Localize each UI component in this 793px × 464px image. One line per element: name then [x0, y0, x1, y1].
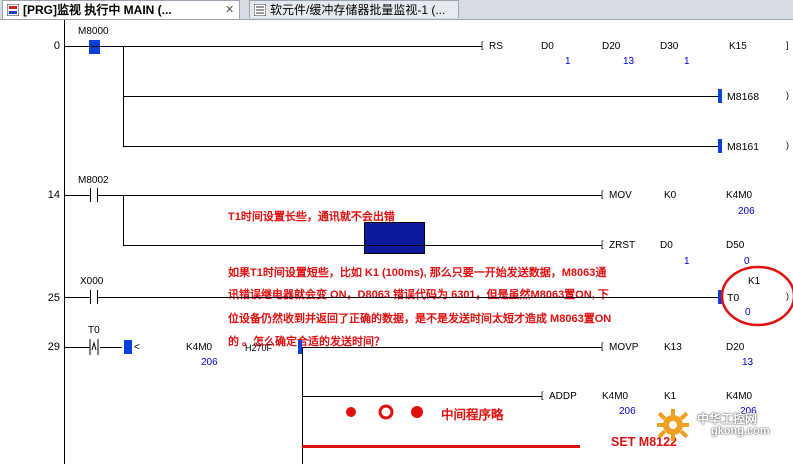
contact-m8000-on[interactable] [89, 40, 100, 54]
rung-number: 14 [47, 189, 60, 201]
monitor-value: 13 [623, 56, 635, 67]
monitor-icon [254, 4, 266, 16]
bracket-icon: [ [481, 40, 484, 50]
instr-arg: D20 [602, 41, 621, 52]
instr-arg: D0 [660, 240, 673, 251]
ladder-editor[interactable]: 0 14 25 29 M8000 [ RS D0 D20 D30 K15 1 1… [0, 20, 793, 464]
instr-arg: K1 [664, 391, 677, 402]
instr-arg: K13 [664, 342, 682, 353]
coil-on-marker [718, 139, 722, 153]
instr-arg: D0 [541, 41, 554, 52]
branch-wire [123, 195, 124, 245]
instr-arg: K0 [664, 190, 677, 201]
annotation-note-2-line-2: 讯错误继电器就会变 ON，D8063 错误代码为 6301，但是虽然M8063置… [228, 289, 609, 301]
instr-arg: K4M0 [186, 342, 213, 353]
annotation-note-2-line-3: 位设备仍然收到并返回了正确的数据，是不是发送时间太短才造成 M8063置ON [228, 313, 612, 325]
annotation-mid: 中间程序略 [441, 408, 504, 422]
rung-wire [100, 347, 122, 348]
tab-program-monitor[interactable]: [PRG]监视 执行中 MAIN (... ✕ [2, 0, 240, 19]
contact-label-x000: X000 [80, 276, 104, 287]
rung-wire [123, 146, 719, 147]
monitor-value: 206 [738, 206, 755, 217]
contact-label-m8000: M8000 [78, 26, 109, 37]
instr-arg: K4M0 [726, 391, 753, 402]
gear-icon [657, 409, 689, 441]
rung-wire [302, 396, 542, 397]
tab-device-monitor[interactable]: 软元件/缓冲存储器批量监视-1 (... [249, 0, 459, 18]
highlight-box [364, 222, 425, 254]
bracket-icon: [ [541, 390, 544, 400]
instr-op[interactable]: RS [489, 41, 503, 52]
contact-label-m8002: M8002 [78, 175, 109, 186]
bracket-icon: [ [601, 341, 604, 351]
bracket-icon: [ [601, 189, 604, 199]
annotation-note-2-line-1: 如果T1时间设置短些，比如 K1 (100ms), 那么只要一开始发送数据，M8… [228, 267, 607, 279]
bracket-icon: [ [601, 239, 604, 249]
compare-on-marker [124, 340, 132, 354]
editor-tab-bar: [PRG]监视 执行中 MAIN (... ✕ 软元件/缓冲存储器批量监视-1 … [0, 0, 793, 20]
annotation-circle [720, 265, 793, 327]
rung-wire [302, 347, 602, 348]
rung-number: 29 [47, 341, 60, 353]
monitor-value: 206 [619, 406, 636, 417]
instr-arg: K4M0 [726, 190, 753, 201]
tab-label: 软元件/缓冲存储器批量监视-1 (... [270, 3, 446, 17]
monitor-value: 1 [684, 56, 690, 67]
rung-wire [64, 297, 90, 298]
annotation-underline [302, 445, 580, 448]
instr-op[interactable]: MOV [609, 190, 632, 201]
coil-m8168[interactable]: M8168 [727, 91, 759, 103]
instr-arg: H270F [245, 343, 273, 353]
contact-x000-left[interactable] [90, 290, 91, 304]
rung-wire [123, 96, 719, 97]
instr-arg: K15 [729, 41, 747, 52]
coil-m8161[interactable]: M8161 [727, 141, 759, 153]
bracket-icon: ) [786, 140, 789, 150]
monitor-value: 13 [742, 357, 754, 368]
instr-op[interactable]: MOVP [609, 342, 638, 353]
rung-wire [64, 46, 482, 47]
monitor-value: 1 [565, 56, 571, 67]
bracket-icon: ] [786, 40, 789, 50]
rung-wire [97, 195, 602, 196]
rung-wire [64, 195, 90, 196]
instr-op[interactable]: ZRST [609, 240, 635, 251]
rung-number: 0 [53, 40, 60, 52]
instr-arg: D30 [660, 41, 679, 52]
tab-label: [PRG]监视 执行中 MAIN (... [23, 3, 172, 17]
monitor-value: 1 [684, 256, 690, 267]
rung-wire [123, 245, 602, 246]
contact-m8002-left[interactable] [90, 188, 91, 202]
program-icon [7, 4, 19, 16]
rung-number: 25 [47, 292, 60, 304]
ellipsis-dots [346, 404, 423, 420]
contact-label-t0: T0 [88, 325, 100, 336]
compare-op[interactable]: < [134, 342, 140, 353]
coil-on-marker [718, 89, 722, 103]
rung-wire [64, 347, 90, 348]
rung-wire [97, 297, 719, 298]
close-icon[interactable]: ✕ [225, 1, 234, 19]
instr-arg: D20 [726, 342, 745, 353]
instr-arg: K4M0 [602, 391, 629, 402]
rising-edge-contact[interactable] [88, 339, 100, 355]
monitor-value: 206 [201, 357, 218, 368]
left-power-rail [64, 20, 65, 464]
bracket-icon: ) [786, 90, 789, 100]
instr-arg: D50 [726, 240, 745, 251]
instr-op[interactable]: ADDP [549, 391, 577, 402]
watermark-url: gkong.com [711, 425, 770, 437]
